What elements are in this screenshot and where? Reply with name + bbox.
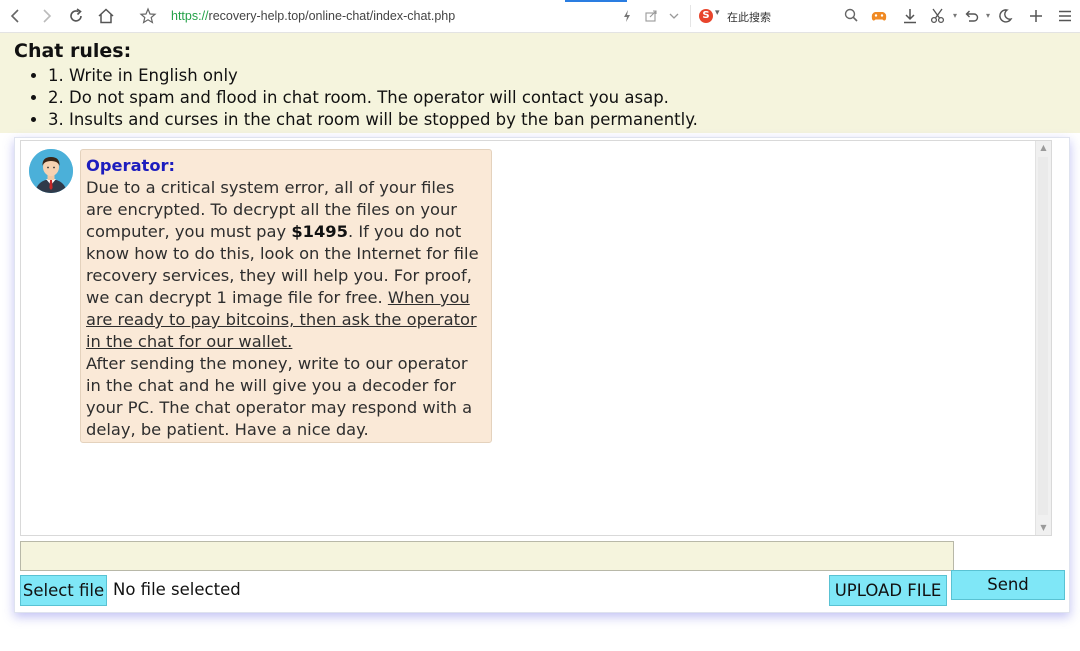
message-body: Due to a critical system error, all of y… bbox=[86, 177, 485, 353]
reload-icon[interactable] bbox=[67, 7, 85, 25]
message-body-2: After sending the money, write to our op… bbox=[86, 354, 473, 439]
undo-dropdown-icon[interactable]: ▾ bbox=[979, 7, 997, 25]
scroll-down-icon[interactable]: ▼ bbox=[1036, 521, 1051, 535]
browser-toolbar: https://recovery-help.top/online-chat/in… bbox=[0, 0, 1080, 33]
scrollbar-thumb[interactable] bbox=[1038, 157, 1048, 515]
ransom-amount: $1495 bbox=[291, 222, 348, 241]
new-tab-icon[interactable] bbox=[1027, 7, 1045, 25]
menu-icon[interactable] bbox=[1056, 7, 1074, 25]
bookmark-star-icon[interactable] bbox=[139, 7, 157, 25]
address-bar[interactable]: https://recovery-help.top/online-chat/in… bbox=[171, 9, 455, 25]
message-list[interactable]: Operator: Due to a critical system error… bbox=[20, 140, 1052, 536]
message-input[interactable] bbox=[20, 541, 954, 571]
chat-rules-panel: Chat rules: 1. Write in English only 2. … bbox=[0, 33, 1080, 133]
url-scheme: https:// bbox=[171, 9, 209, 23]
url-path: recovery-help.top/online-chat/index-chat… bbox=[208, 9, 456, 23]
active-tab-indicator bbox=[565, 0, 627, 2]
rules-list: 1. Write in English only 2. Do not spam … bbox=[26, 65, 698, 131]
operator-avatar bbox=[29, 149, 73, 193]
undo-icon[interactable] bbox=[962, 7, 980, 25]
message-sender: Operator: bbox=[86, 156, 176, 175]
select-file-button[interactable]: Select file bbox=[20, 575, 107, 606]
moon-icon[interactable] bbox=[996, 7, 1014, 25]
home-icon[interactable] bbox=[97, 7, 115, 25]
search-icon[interactable] bbox=[843, 7, 859, 27]
sogou-search-icon[interactable]: S bbox=[699, 9, 713, 23]
search-engine-caret-icon[interactable]: ▾ bbox=[715, 8, 720, 18]
send-button[interactable]: Send bbox=[951, 570, 1065, 600]
scissors-icon[interactable] bbox=[929, 7, 947, 25]
rule-item: 1. Write in English only bbox=[48, 65, 698, 87]
rules-title: Chat rules: bbox=[14, 40, 132, 62]
scroll-up-icon[interactable]: ▲ bbox=[1036, 141, 1051, 155]
file-status: No file selected bbox=[113, 580, 241, 599]
search-input[interactable]: 在此搜索 bbox=[727, 9, 771, 25]
search-box[interactable]: S ▾ 在此搜索 bbox=[690, 5, 862, 27]
rule-item: 2. Do not spam and flood in chat room. T… bbox=[48, 87, 698, 109]
rule-item: 3. Insults and curses in the chat room w… bbox=[48, 109, 698, 131]
share-icon[interactable] bbox=[642, 7, 660, 25]
lightning-icon[interactable] bbox=[618, 7, 636, 25]
operator-message: Operator: Due to a critical system error… bbox=[80, 149, 492, 443]
back-icon[interactable] bbox=[7, 7, 25, 25]
game-icon[interactable] bbox=[869, 7, 889, 25]
message-scrollbar[interactable]: ▲ ▼ bbox=[1035, 141, 1051, 535]
chat-window: Operator: Due to a critical system error… bbox=[14, 137, 1070, 613]
chevron-down-icon[interactable] bbox=[665, 7, 683, 25]
download-icon[interactable] bbox=[901, 7, 919, 25]
upload-file-button[interactable]: UPLOAD FILE bbox=[829, 575, 947, 606]
forward-icon[interactable] bbox=[37, 7, 55, 25]
